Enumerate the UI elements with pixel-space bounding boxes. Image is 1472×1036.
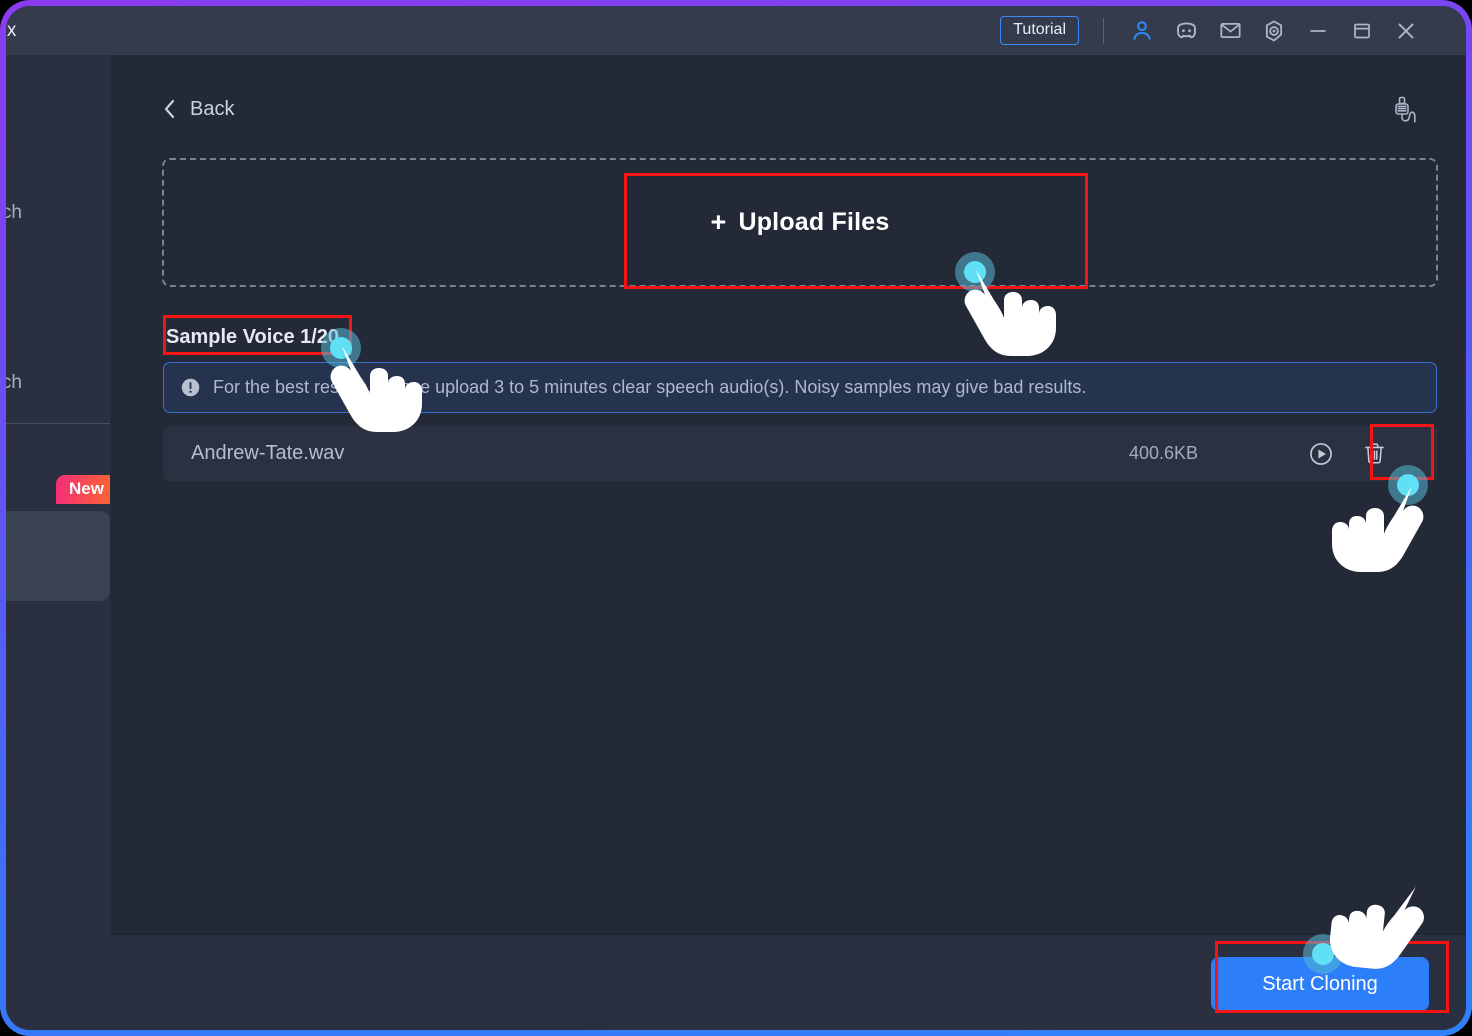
discord-icon[interactable] xyxy=(1164,11,1208,51)
app-window-frame: ox Tutorial xyxy=(0,0,1472,1036)
content-area: Back + Upload Files Sample Voice 1/20 Fo… xyxy=(110,55,1466,1030)
tutorial-button[interactable]: Tutorial xyxy=(1000,16,1079,45)
close-icon[interactable] xyxy=(1384,11,1428,51)
titlebar-divider xyxy=(1103,17,1104,44)
upload-files-label: Upload Files xyxy=(738,208,890,236)
upload-dropzone[interactable]: + Upload Files xyxy=(162,158,1438,287)
file-list-item[interactable]: Andrew-Tate.wav 400.6KB xyxy=(163,426,1437,481)
upload-files-button[interactable]: + Upload Files xyxy=(164,160,1436,285)
bottom-action-bar: Start Cloning xyxy=(110,934,1466,1030)
info-banner: For the best results, please upload 3 to… xyxy=(163,362,1437,413)
info-banner-text: For the best results, please upload 3 to… xyxy=(213,377,1087,397)
app-title: ox xyxy=(6,19,17,41)
maximize-icon[interactable] xyxy=(1340,11,1384,51)
plus-icon: + xyxy=(710,207,727,237)
body-area: ch ch New xyxy=(6,55,1466,1030)
app-window: ox Tutorial xyxy=(6,6,1466,1030)
back-button-label: Back xyxy=(190,97,235,120)
trash-icon[interactable] xyxy=(1362,440,1387,467)
file-size: 400.6KB xyxy=(1128,443,1198,463)
sample-voice-title: Sample Voice 1/20 xyxy=(166,326,340,348)
info-exclamation-icon xyxy=(180,377,201,398)
chevron-left-icon xyxy=(162,97,177,121)
settings-icon[interactable] xyxy=(1252,11,1296,51)
sidebar-item-card[interactable] xyxy=(6,511,110,601)
content-header: Back xyxy=(110,55,1466,167)
microphone-cable-icon[interactable] xyxy=(1391,95,1423,129)
account-icon[interactable] xyxy=(1120,11,1164,51)
start-cloning-button[interactable]: Start Cloning xyxy=(1211,957,1429,1011)
minimize-icon[interactable] xyxy=(1296,11,1340,51)
title-bar: ox Tutorial xyxy=(6,6,1466,55)
sidebar-item-1-label[interactable]: ch xyxy=(6,202,22,224)
play-circle-icon[interactable] xyxy=(1308,441,1334,467)
sidebar-divider-1 xyxy=(6,423,110,424)
titlebar-controls: Tutorial xyxy=(1000,6,1466,55)
new-badge: New xyxy=(56,475,110,504)
sidebar: ch ch New xyxy=(6,55,111,1030)
file-name: Andrew-Tate.wav xyxy=(191,442,345,464)
mail-icon[interactable] xyxy=(1208,11,1252,51)
sidebar-item-2-label[interactable]: ch xyxy=(6,372,22,394)
back-button[interactable]: Back xyxy=(162,97,234,121)
